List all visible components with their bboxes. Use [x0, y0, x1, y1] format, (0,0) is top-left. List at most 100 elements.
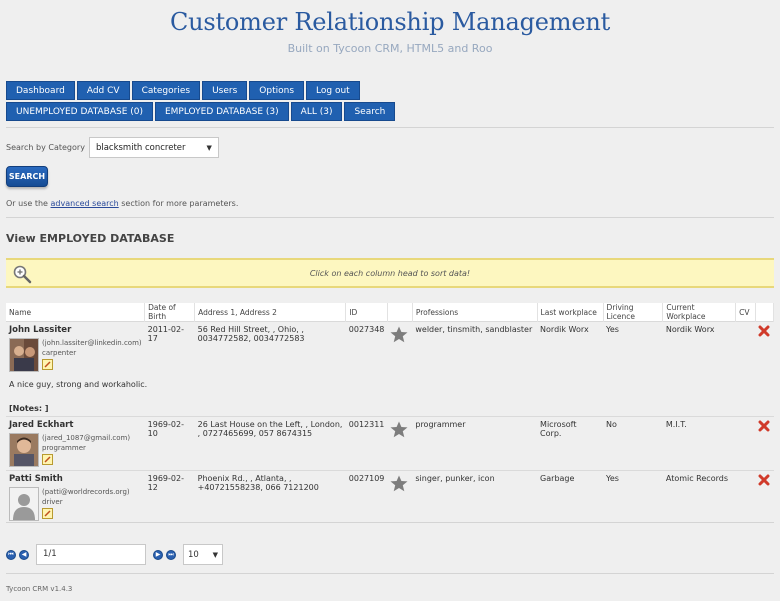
- col-header-driving-licence[interactable]: Driving Licence: [603, 303, 664, 322]
- col-header-current-workplace[interactable]: Current Workplace: [662, 303, 737, 322]
- advanced-search-prefix: Or use the: [6, 199, 48, 208]
- header: Customer Relationship Management Built o…: [0, 0, 780, 70]
- id-cell: 0027109: [348, 474, 385, 483]
- person-cell: John Lassiter (john.lassiter@linkedin.co…: [6, 322, 145, 376]
- advanced-search-suffix: section for more parameters.: [121, 199, 239, 208]
- current-workplace-cell: Atomic Records: [665, 474, 728, 483]
- last-workplace-cell: Nordik Worx: [540, 325, 589, 334]
- person-cell: Jared Eckhart (jared_1087@gmail.com) pro…: [6, 417, 145, 471]
- person-name[interactable]: Jared Eckhart: [9, 420, 142, 430]
- driving-licence-cell: Yes: [606, 325, 619, 334]
- col-header-professions[interactable]: Professions: [412, 303, 538, 322]
- person-email: (john.lassiter@linkedin.com): [42, 339, 142, 347]
- star-icon[interactable]: [390, 421, 409, 440]
- table-header-row: Name Date of Birth Address 1, Address 2 …: [6, 303, 775, 322]
- next-page-icon[interactable]: ▶: [153, 549, 163, 560]
- person-job: programmer: [42, 444, 86, 452]
- id-cell: 0027348: [348, 325, 385, 334]
- nav-users-button[interactable]: Users: [202, 81, 248, 100]
- employed-db-button[interactable]: EMPLOYED DATABASE (3): [154, 102, 289, 121]
- first-page-icon[interactable]: ⏮: [6, 549, 16, 560]
- address-cell: Phoenix Rd., , Atlanta, , +40721558238, …: [197, 474, 319, 492]
- col-header-name[interactable]: Name: [6, 303, 146, 322]
- search-nav-button[interactable]: Search: [344, 102, 396, 121]
- col-header-cv[interactable]: CV: [735, 303, 756, 322]
- cv-cell: [736, 322, 756, 376]
- main-nav: Dashboard Add CV Categories Users Option…: [6, 81, 360, 100]
- address-cell: 26 Last House on the Left, , London, , 0…: [197, 420, 343, 438]
- nav-add-cv-button[interactable]: Add CV: [76, 81, 130, 100]
- rating-cell: [387, 417, 412, 471]
- app-title: Customer Relationship Management: [169, 8, 611, 36]
- category-search: Search by Category blacksmith concreter …: [6, 137, 219, 158]
- dob-cell: 1969-02-10: [147, 420, 184, 438]
- dob-cell: 1969-02-12: [147, 474, 184, 492]
- person-note: A nice guy, strong and workaholic.: [9, 380, 148, 389]
- person-email: (patti@worldrecords.org): [42, 488, 130, 496]
- divider: [6, 522, 774, 523]
- sort-hint-bar: Click on each column head to sort data!: [6, 258, 774, 288]
- all-db-button[interactable]: ALL (3): [290, 102, 343, 121]
- person-name[interactable]: Patti Smith: [9, 474, 142, 484]
- person-job: driver: [42, 498, 63, 506]
- professions-cell: singer, punker, icon: [415, 474, 495, 483]
- chevron-down-icon: ▼: [206, 143, 212, 152]
- last-page-icon[interactable]: ⏭: [166, 549, 176, 560]
- col-header-actions: [755, 303, 775, 322]
- search-label: Search by Category: [6, 143, 85, 152]
- delete-cell: [755, 471, 773, 525]
- category-select[interactable]: blacksmith concreter ▼: [88, 137, 219, 158]
- delete-icon[interactable]: [758, 420, 770, 434]
- pagination: ⏮ ◀ 1/1 ▶ ⏭ 10 ▼: [6, 544, 223, 565]
- advanced-search-link[interactable]: advanced search: [51, 199, 119, 208]
- id-cell: 0012311: [348, 420, 385, 429]
- professions-cell: programmer: [415, 420, 466, 429]
- avatar: [9, 433, 39, 467]
- table-row: John Lassiter (john.lassiter@linkedin.co…: [6, 321, 774, 376]
- col-header-address[interactable]: Address 1, Address 2: [194, 303, 347, 322]
- chevron-down-icon: ▼: [212, 550, 218, 559]
- advanced-search-hint: Or use the advanced search section for m…: [6, 199, 238, 208]
- notes-label: [Notes: ]: [9, 404, 49, 413]
- prev-page-icon[interactable]: ◀: [19, 549, 29, 560]
- divider: [6, 217, 774, 218]
- edit-icon[interactable]: [42, 359, 142, 372]
- rows-per-page-value: 10: [188, 549, 199, 560]
- nav-options-button[interactable]: Options: [249, 81, 305, 100]
- avatar: [9, 338, 39, 372]
- delete-cell: [755, 417, 773, 471]
- rating-cell: [387, 471, 412, 525]
- person-name[interactable]: John Lassiter: [9, 325, 142, 335]
- last-workplace-cell: Microsoft Corp.: [540, 420, 577, 438]
- dob-cell: 2011-02-17: [147, 325, 184, 343]
- person-job: carpenter: [42, 349, 77, 357]
- category-select-value: blacksmith concreter: [95, 142, 186, 153]
- sort-hint-text: Click on each column head to sort data!: [309, 269, 471, 278]
- driving-licence-cell: Yes: [606, 474, 619, 483]
- nav-logout-button[interactable]: Log out: [306, 81, 360, 100]
- page-number-input[interactable]: 1/1: [36, 544, 146, 565]
- address-cell: 56 Red Hill Street, , Ohio, , 0034772582…: [197, 325, 305, 343]
- delete-icon[interactable]: [758, 474, 770, 488]
- star-icon[interactable]: [390, 475, 409, 494]
- col-header-rating[interactable]: [387, 303, 413, 322]
- edit-icon[interactable]: [42, 508, 130, 521]
- col-header-id[interactable]: ID: [345, 303, 388, 322]
- app-subtitle: Built on Tycoon CRM, HTML5 and Roo: [287, 42, 493, 55]
- employee-table: Name Date of Birth Address 1, Address 2 …: [6, 303, 775, 525]
- professions-cell: welder, tinsmith, sandblaster: [415, 325, 533, 334]
- edit-icon[interactable]: [42, 454, 130, 467]
- delete-cell: [755, 322, 773, 376]
- search-button[interactable]: SEARCH: [6, 166, 48, 187]
- divider: [6, 127, 774, 128]
- delete-icon[interactable]: [758, 325, 770, 339]
- unemployed-db-button[interactable]: UNEMPLOYED DATABASE (0): [6, 102, 153, 121]
- nav-categories-button[interactable]: Categories: [131, 81, 201, 100]
- current-workplace-cell: M.I.T.: [665, 420, 687, 429]
- divider: [6, 573, 774, 574]
- star-icon[interactable]: [390, 326, 409, 345]
- rows-per-page-select[interactable]: 10 ▼: [183, 544, 223, 565]
- nav-dashboard-button[interactable]: Dashboard: [6, 81, 75, 100]
- col-header-last-workplace[interactable]: Last workplace: [537, 303, 604, 322]
- col-header-dob[interactable]: Date of Birth: [144, 303, 196, 322]
